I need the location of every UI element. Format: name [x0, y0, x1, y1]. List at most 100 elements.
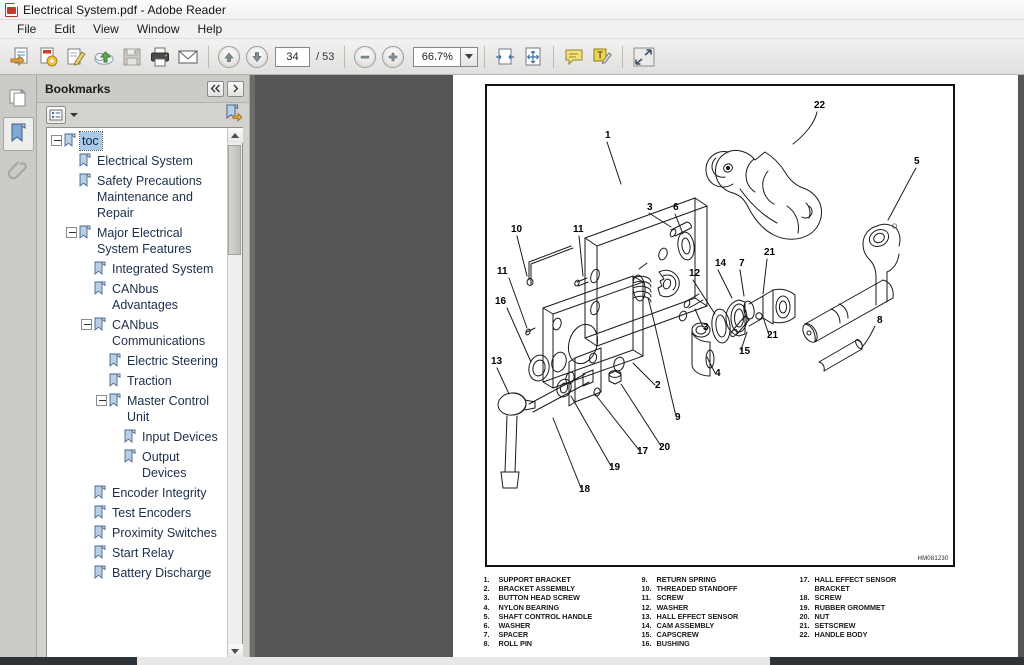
bookmark-page-icon: [79, 225, 92, 240]
bookmark-item[interactable]: toc: [47, 131, 227, 151]
svg-text:21: 21: [764, 247, 776, 258]
chevron-right-icon[interactable]: [227, 80, 244, 97]
bookmarks-icon[interactable]: [2, 117, 34, 151]
part-number: 2.: [483, 584, 490, 594]
part-number: 4.: [483, 602, 490, 612]
previous-page-button[interactable]: [215, 43, 243, 71]
bookmark-page-icon: [94, 545, 107, 560]
parts-list-column-1: 1. SUPPORT BRACKET 2. BRACKET ASSEMBLY 3. BUT…: [484, 575, 642, 649]
bookmark-item[interactable]: Output Devices: [47, 447, 227, 483]
window-title: Electrical System.pdf - Adobe Reader: [23, 2, 227, 17]
zoom-in-button[interactable]: [379, 43, 407, 71]
parts-list-item: 4. NYLON BEARING: [484, 603, 642, 612]
bookmark-label: Traction: [127, 374, 172, 388]
next-page-button[interactable]: [243, 43, 271, 71]
email-icon[interactable]: [174, 43, 202, 71]
parts-list-item: 22. HANDLE BODY: [800, 630, 970, 639]
bookmark-item[interactable]: Traction: [47, 371, 227, 391]
bookmark-item[interactable]: Test Encoders: [47, 503, 227, 523]
bookmark-page-icon: [79, 153, 92, 168]
bookmark-page-icon: [64, 133, 77, 148]
chevron-up-icon[interactable]: [227, 128, 243, 143]
bottom-strip-right: [770, 657, 1024, 665]
toolbar-divider-3: [484, 45, 486, 68]
part-number: 19.: [799, 602, 810, 612]
main-area: Bookmarks toc Electrical System Safety P…: [0, 75, 1024, 665]
scrollbar-thumb[interactable]: [228, 145, 241, 255]
upload-cloud-icon[interactable]: [90, 43, 118, 71]
menu-window[interactable]: Window: [128, 21, 189, 37]
part-name: ROLL PIN: [498, 639, 533, 649]
document-viewport[interactable]: 22 O 5 8 7 21 14 12 21 15 4 1 3 3 6 2 9 …: [255, 75, 1024, 665]
create-pdf-icon[interactable]: [34, 43, 62, 71]
bookmark-item[interactable]: Electrical System: [47, 151, 227, 171]
bottom-strip-center: [137, 657, 770, 665]
bookmark-item[interactable]: Encoder Integrity: [47, 483, 227, 503]
parts-list-column-3: 17. HALL EFFECT SENSOR BRACKET 18. SCREW 19. R…: [800, 575, 970, 649]
bookmark-item[interactable]: Major Electrical System Features: [47, 223, 227, 259]
parts-list-item: 13. HALL EFFECT SENSOR: [642, 612, 800, 621]
highlight-text-icon[interactable]: T: [588, 43, 616, 71]
page-number-input[interactable]: 34: [275, 46, 310, 67]
zoom-dropdown-button[interactable]: [461, 46, 479, 67]
bookmark-item[interactable]: CANbus Advantages: [47, 279, 227, 315]
svg-text:19: 19: [609, 462, 621, 473]
bookmark-item[interactable]: Integrated System: [47, 259, 227, 279]
parts-list: 1. SUPPORT BRACKET 2. BRACKET ASSEMBLY 3. BUT…: [484, 575, 984, 649]
bookmark-item[interactable]: Safety Precautions Maintenance and Repai…: [47, 171, 227, 223]
parts-list-item: 11. SCREW: [642, 593, 800, 602]
page-thumbnails-icon[interactable]: [3, 81, 34, 115]
open-file-icon[interactable]: [6, 43, 34, 71]
part-name: SCREW: [814, 593, 842, 603]
collapse-node-icon[interactable]: [96, 395, 107, 406]
fit-width-icon[interactable]: [491, 43, 519, 71]
part-name: BUSHING: [656, 639, 690, 649]
caret-down-icon[interactable]: [70, 113, 78, 117]
zoom-level-input[interactable]: 66.7%: [413, 46, 462, 67]
collapse-node-icon[interactable]: [51, 135, 62, 146]
fullscreen-icon[interactable]: [629, 43, 659, 71]
svg-text:16: 16: [495, 296, 507, 307]
bookmarks-scrollbar[interactable]: [227, 128, 243, 659]
part-name: RUBBER GROMMET: [814, 602, 886, 612]
parts-list-item: 2. BRACKET ASSEMBLY: [484, 584, 642, 593]
menu-view[interactable]: View: [84, 21, 128, 37]
part-number: 18.: [799, 593, 810, 603]
part-name: HALL EFFECT SENSOR: [814, 575, 897, 584]
parts-list-item: 6. WASHER: [484, 621, 642, 630]
fit-page-icon[interactable]: [519, 43, 547, 71]
bookmark-page-icon: [124, 429, 137, 444]
menu-edit[interactable]: Edit: [45, 21, 84, 37]
menu-file[interactable]: File: [8, 21, 45, 37]
bookmark-item[interactable]: Proximity Switches: [47, 523, 227, 543]
figure-border: 22 O 5 8 7 21 14 12 21 15 4 1 3 3 6 2 9 …: [484, 84, 955, 567]
sticky-note-icon[interactable]: [560, 43, 588, 71]
options-list-icon[interactable]: [46, 106, 66, 124]
bookmark-item[interactable]: Electric Steering: [47, 351, 227, 371]
collapse-node-icon[interactable]: [66, 227, 77, 238]
bookmark-item[interactable]: Input Devices: [47, 427, 227, 447]
bookmark-item[interactable]: Battery Discharge: [47, 563, 227, 583]
bookmark-item[interactable]: CANbus Communications: [47, 315, 227, 351]
bookmark-item[interactable]: Start Relay: [47, 543, 227, 563]
parts-list-item: 18. SCREW: [800, 593, 970, 602]
save-icon[interactable]: [118, 43, 146, 71]
bottom-strip: [0, 657, 1024, 665]
drawing-code: HM081230: [917, 556, 949, 562]
menu-help[interactable]: Help: [189, 21, 232, 37]
collapse-node-icon[interactable]: [81, 319, 92, 330]
bookmarks-tree[interactable]: toc Electrical System Safety Precautions M…: [47, 128, 227, 659]
svg-text:21: 21: [767, 330, 779, 341]
parts-list-item: 19. RUBBER GROMMET: [800, 603, 970, 612]
double-chevron-left-icon[interactable]: [207, 80, 224, 97]
new-bookmark-icon[interactable]: [225, 104, 243, 126]
sign-icon[interactable]: [62, 43, 90, 71]
bookmark-item[interactable]: Master Control Unit: [47, 391, 227, 427]
part-number: 13.: [641, 611, 652, 621]
print-icon[interactable]: [146, 43, 174, 71]
zoom-out-button[interactable]: [351, 43, 379, 71]
svg-text:10: 10: [511, 224, 523, 235]
svg-text:22: 22: [814, 100, 826, 111]
parts-list-item: 12. WASHER: [642, 603, 800, 612]
attachments-icon[interactable]: [3, 153, 34, 187]
